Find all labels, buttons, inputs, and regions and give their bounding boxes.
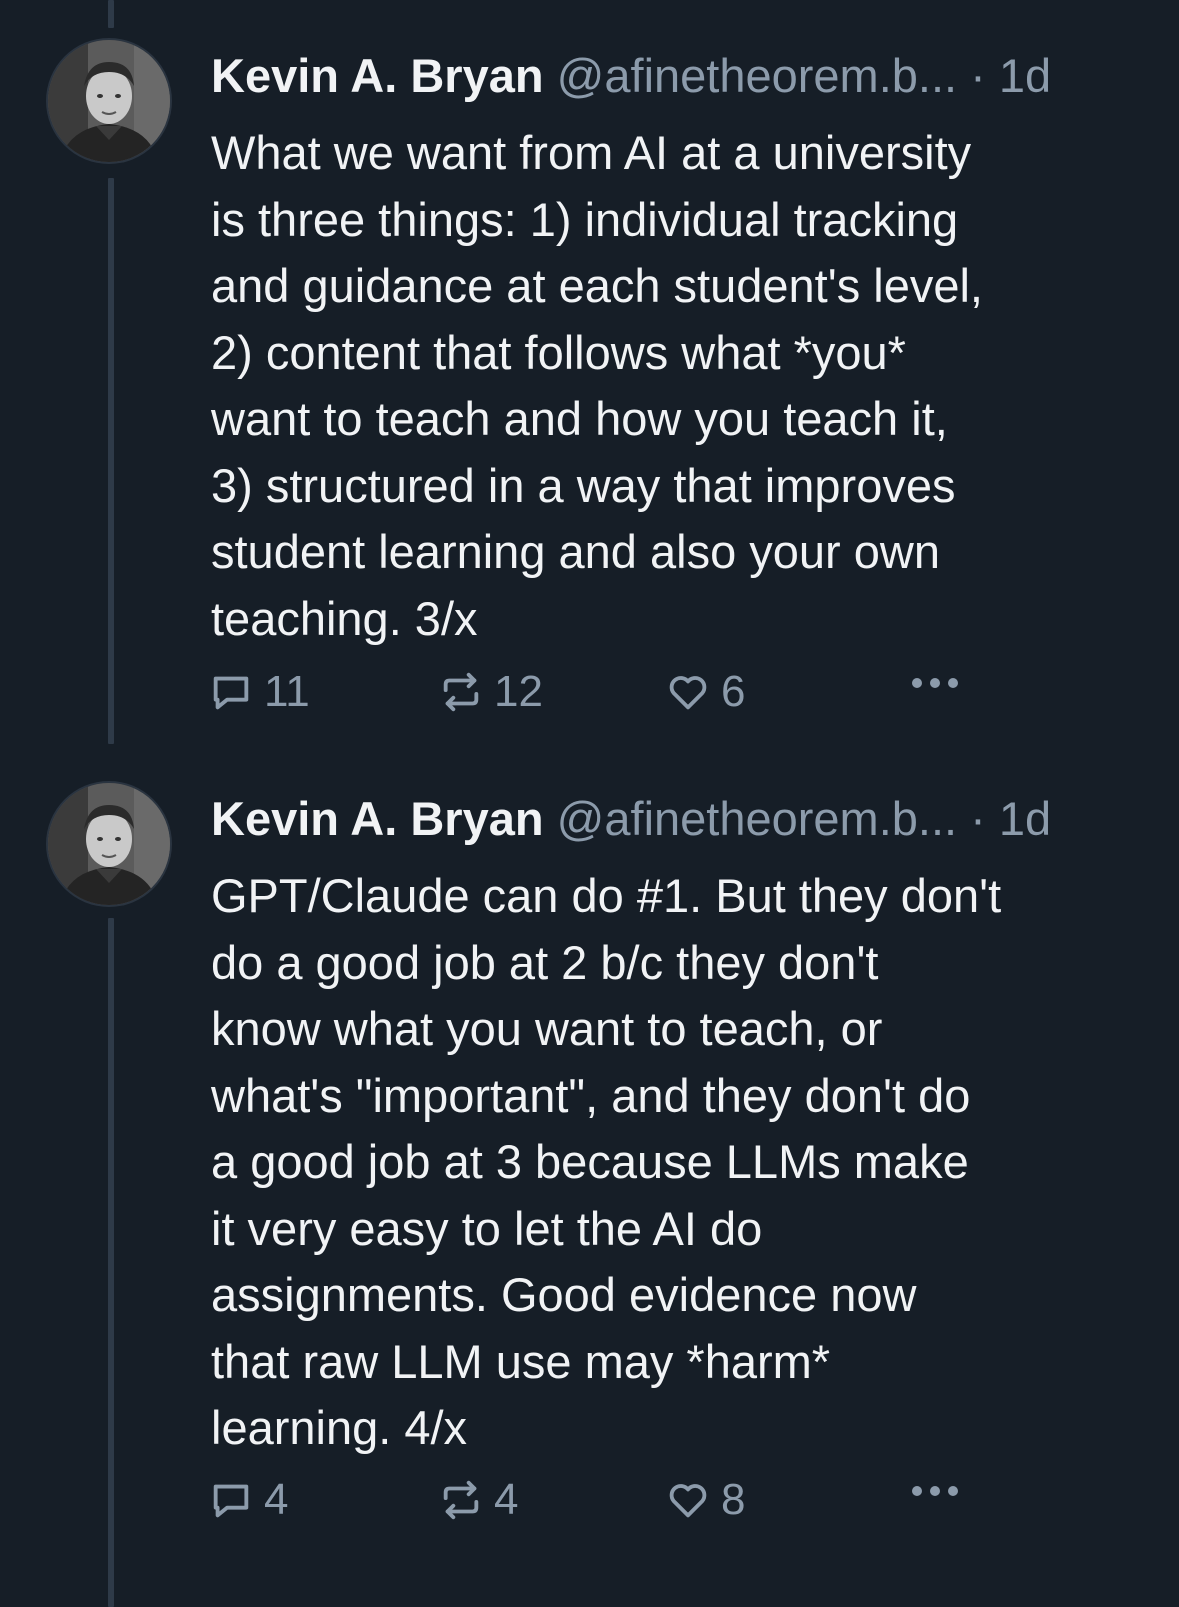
- like-button[interactable]: 6: [665, 664, 745, 720]
- heart-icon: [669, 1484, 707, 1518]
- repost-count: 4: [494, 1475, 519, 1524]
- post-2[interactable]: Kevin A. Bryan @afinetheorem.b... · 1d G…: [0, 783, 1179, 1583]
- author-name[interactable]: Kevin A. Bryan: [211, 49, 544, 102]
- author-handle[interactable]: @afinetheorem.b...: [557, 49, 957, 102]
- repost-icon: [443, 672, 479, 712]
- post-actions: 11 12 6: [208, 664, 1008, 720]
- dot: [930, 1486, 940, 1496]
- post-1[interactable]: Kevin A. Bryan @afinetheorem.b... · 1d W…: [0, 40, 1179, 740]
- more-options-icon[interactable]: [912, 678, 958, 688]
- repost-count: 12: [494, 667, 543, 716]
- separator: ·: [970, 792, 986, 845]
- avatar[interactable]: [48, 40, 170, 162]
- post-text: What we want from AI at a university is …: [211, 126, 983, 645]
- like-count: 8: [721, 1475, 746, 1524]
- like-count: 6: [721, 667, 746, 716]
- more-options-icon[interactable]: [912, 1486, 958, 1496]
- repost-button[interactable]: 12: [438, 664, 543, 720]
- thread-line-top: [108, 0, 114, 28]
- separator: ·: [970, 49, 986, 102]
- avatar[interactable]: [48, 783, 170, 905]
- post-header: Kevin A. Bryan @afinetheorem.b... · 1d: [211, 46, 1131, 106]
- dot: [948, 678, 958, 688]
- post-header: Kevin A. Bryan @afinetheorem.b... · 1d: [211, 789, 1131, 849]
- author-name[interactable]: Kevin A. Bryan: [211, 792, 544, 845]
- dot: [930, 678, 940, 688]
- author-handle[interactable]: @afinetheorem.b...: [557, 792, 957, 845]
- post-time[interactable]: 1d: [999, 49, 1051, 102]
- post-text: GPT/Claude can do #1. But they don't do …: [211, 869, 1002, 1454]
- reply-button[interactable]: 11: [208, 664, 310, 720]
- reply-count: 4: [264, 1475, 289, 1524]
- reply-icon: [213, 1484, 249, 1518]
- reply-count: 11: [264, 667, 310, 716]
- dot: [948, 1486, 958, 1496]
- dot: [912, 678, 922, 688]
- reply-icon: [213, 676, 249, 710]
- dot: [912, 1486, 922, 1496]
- reply-button[interactable]: 4: [208, 1472, 288, 1528]
- repost-button[interactable]: 4: [438, 1472, 518, 1528]
- repost-icon: [443, 1480, 479, 1520]
- post-actions: 4 4 8: [208, 1472, 1008, 1528]
- post-time[interactable]: 1d: [999, 792, 1051, 845]
- like-button[interactable]: 8: [665, 1472, 745, 1528]
- heart-icon: [669, 676, 707, 710]
